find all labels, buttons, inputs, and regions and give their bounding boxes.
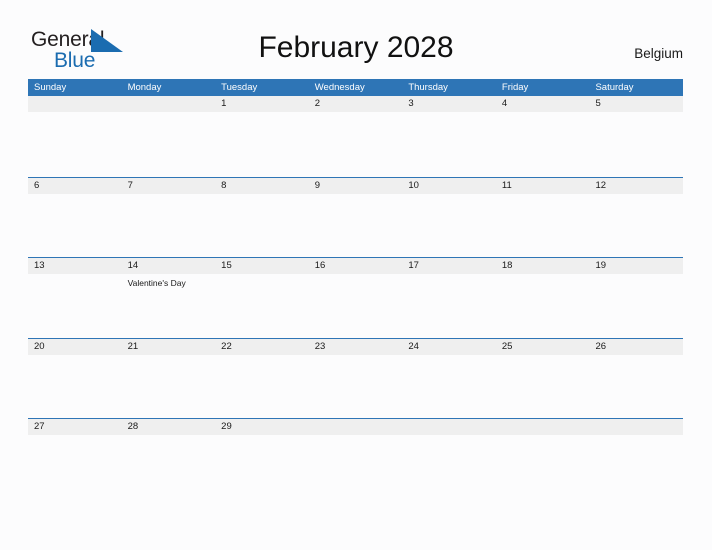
- day-number: 8: [221, 179, 227, 191]
- day-cell[interactable]: 5: [589, 96, 683, 176]
- day-cell[interactable]: 15: [215, 258, 309, 338]
- calendar-grid: Sunday Monday Tuesday Wednesday Thursday Frid…: [28, 79, 683, 499]
- day-cell[interactable]: 18: [496, 258, 590, 338]
- day-number: [128, 96, 216, 112]
- day-cell[interactable]: 19: [589, 258, 683, 338]
- day-number: 26: [595, 340, 607, 352]
- day-cell[interactable]: 25: [496, 339, 590, 419]
- day-cell[interactable]: 20: [28, 339, 122, 419]
- day-cell[interactable]: 11: [496, 178, 590, 258]
- day-cell[interactable]: 7: [122, 178, 216, 258]
- day-cell-empty: [496, 419, 590, 499]
- country-label: Belgium: [634, 46, 683, 61]
- day-number: 14: [127, 260, 139, 271]
- day-cell[interactable]: 4: [496, 96, 590, 176]
- day-cell[interactable]: 6: [28, 178, 122, 258]
- day-number: 7: [127, 179, 133, 191]
- day-number: 23: [314, 340, 326, 352]
- day-events: Valentine's Day: [128, 274, 216, 289]
- day-number: 2: [314, 98, 321, 109]
- day-number: 22: [221, 340, 232, 352]
- day-cell[interactable]: 27: [28, 419, 122, 499]
- day-number: [408, 419, 496, 435]
- calendar-week-row: 27 28 29: [28, 418, 683, 499]
- day-cell[interactable]: 12: [589, 178, 683, 258]
- page-header: General Blue February 2028 Belgium: [0, 0, 712, 78]
- day-cell-empty: [402, 419, 496, 499]
- calendar-page: General Blue February 2028 Belgium Sunda…: [0, 0, 712, 550]
- page-title: February 2028: [258, 31, 454, 64]
- day-cell[interactable]: 10: [402, 178, 496, 258]
- weekday-header-tuesday: Tuesday: [221, 82, 258, 93]
- weekday-header-thursday: Thursday: [408, 82, 448, 93]
- day-number: 16: [314, 260, 326, 271]
- week-cells: 20 21 22 23 24 25 26: [28, 339, 683, 419]
- day-number: 29: [221, 421, 232, 432]
- day-cell[interactable]: 28: [122, 419, 216, 499]
- day-number: 25: [501, 340, 513, 352]
- day-number: 10: [408, 179, 419, 191]
- day-cell[interactable]: 13: [28, 258, 122, 338]
- day-cell[interactable]: 22: [215, 339, 309, 419]
- day-number: 28: [127, 421, 139, 432]
- day-number: 18: [501, 260, 513, 271]
- day-number: 9: [314, 179, 321, 191]
- day-number: 21: [127, 340, 139, 352]
- calendar-week-row: 13 14 Valentine's Day 15 16 17 18 19: [28, 257, 683, 338]
- day-cell[interactable]: 14 Valentine's Day: [122, 258, 216, 338]
- day-number: [502, 419, 590, 435]
- day-cell[interactable]: 17: [402, 258, 496, 338]
- day-number: 17: [408, 260, 419, 271]
- day-number: 19: [595, 260, 607, 271]
- day-number: 6: [34, 179, 40, 191]
- day-cell[interactable]: 16: [309, 258, 403, 338]
- day-cell[interactable]: 26: [589, 339, 683, 419]
- day-number: 15: [221, 260, 232, 271]
- weekday-header-monday: Monday: [127, 82, 162, 93]
- day-cell-empty: [28, 96, 122, 176]
- day-number: 20: [34, 340, 45, 352]
- day-number: 12: [595, 179, 607, 191]
- day-cell-empty: [589, 419, 683, 499]
- day-cell-empty: [122, 96, 216, 176]
- weekday-header-wednesday: Wednesday: [314, 82, 365, 93]
- weekday-header-friday: Friday: [501, 82, 529, 93]
- calendar-week-row: 6 7 8 9 10 11 12: [28, 176, 683, 258]
- day-cell[interactable]: 1: [215, 96, 309, 176]
- day-cell[interactable]: 23: [309, 339, 403, 419]
- day-cell[interactable]: 29: [215, 419, 309, 499]
- day-number: [34, 96, 122, 112]
- week-cells: 6 7 8 9 10 11 12: [28, 178, 683, 258]
- day-number: [595, 419, 683, 435]
- day-cell[interactable]: 9: [309, 178, 403, 258]
- weekday-header-saturday: Saturday: [595, 82, 634, 93]
- event-label: Valentine's Day: [127, 278, 186, 288]
- day-number: 11: [501, 179, 512, 191]
- day-number: 5: [595, 98, 601, 109]
- day-cell[interactable]: 24: [402, 339, 496, 419]
- day-cell-empty: [309, 419, 403, 499]
- day-number: 27: [34, 421, 45, 432]
- calendar-weeks: 1 2 3 4 5 6 7 8 9 10 11 12 13 14 Valentine's Day 15 16 17…: [28, 96, 683, 499]
- week-cells: 27 28 29: [28, 419, 683, 499]
- day-number: 1: [221, 98, 227, 109]
- calendar-week-row: 1 2 3 4 5: [28, 96, 683, 177]
- weekday-header-row: Sunday Monday Tuesday Wednesday Thursday Frid…: [28, 79, 683, 96]
- day-cell[interactable]: 2: [309, 96, 403, 176]
- week-cells: 13 14 Valentine's Day 15 16 17 18 19: [28, 258, 683, 338]
- calendar-week-row: 20 21 22 23 24 25 26: [28, 337, 683, 419]
- weekday-header-sunday: Sunday: [34, 82, 67, 93]
- day-number: 4: [501, 98, 508, 109]
- day-number: [315, 419, 403, 435]
- day-number: 13: [34, 260, 45, 271]
- day-number: 3: [408, 98, 414, 109]
- week-cells: 1 2 3 4 5: [28, 96, 683, 176]
- day-number: 24: [408, 340, 419, 352]
- day-cell[interactable]: 8: [215, 178, 309, 258]
- day-cell[interactable]: 21: [122, 339, 216, 419]
- day-cell[interactable]: 3: [402, 96, 496, 176]
